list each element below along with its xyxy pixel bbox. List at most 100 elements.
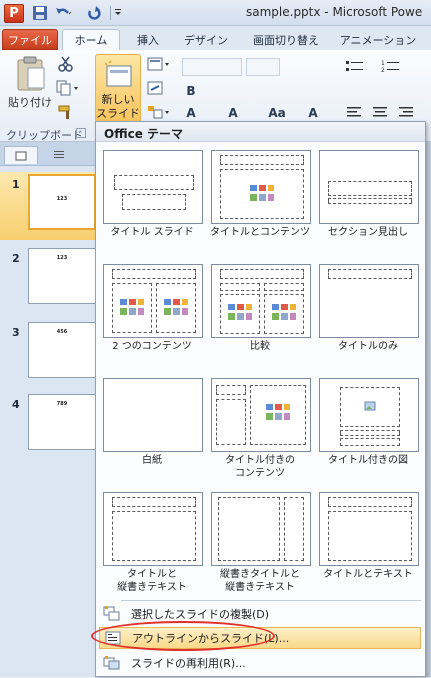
slide-number: 3 [12, 326, 20, 339]
gallery-header: Office テーマ [96, 122, 425, 142]
copy-icon[interactable] [56, 80, 80, 96]
duplicate-slides-menu-item[interactable]: 選択したスライドの複製(D) [99, 603, 421, 625]
undo-icon[interactable] [54, 4, 72, 22]
layout-title-and-content[interactable]: タイトルとコンテンツ [209, 148, 311, 258]
new-slide-icon [105, 61, 132, 87]
numbering-icon[interactable]: 12 [380, 58, 406, 76]
layout-title-and-text[interactable]: タイトルとテキスト [317, 490, 419, 600]
placeholder [284, 497, 304, 561]
placeholder [328, 511, 412, 561]
outline-tab-icon[interactable] [42, 146, 76, 164]
font-name-box[interactable] [182, 58, 242, 76]
slide-thumbnail[interactable]: 789 [28, 394, 96, 450]
scissors-icon[interactable] [58, 56, 74, 72]
layout-vertical-title-and-text[interactable]: 縦書きタイトルと 縦書きテキスト [209, 490, 311, 600]
placeholder [122, 194, 186, 210]
tab-animations[interactable]: アニメーション [338, 29, 418, 50]
layout-title-only[interactable]: タイトルのみ [317, 262, 419, 372]
bullets-icon[interactable] [344, 58, 370, 76]
slides-from-outline-menu-item[interactable]: アウトラインからスライド(L)... [99, 627, 421, 649]
change-case-icon[interactable]: Aa [268, 106, 285, 120]
placeholder [220, 269, 304, 279]
layout-thumbnail [211, 150, 311, 224]
placeholder [216, 385, 246, 395]
slides-tab-icon[interactable] [4, 146, 38, 164]
slide-thumbnail-row[interactable]: 4 789 [0, 392, 96, 460]
layout-label: 白紙 [142, 455, 162, 466]
reset-icon[interactable] [146, 80, 172, 98]
new-slide-label-2: スライド [96, 107, 140, 120]
layout-thumbnail [103, 264, 203, 338]
placeholder [216, 399, 246, 445]
layout-thumbnail [103, 378, 203, 452]
format-painter-icon[interactable] [58, 104, 74, 120]
content-insert-icon [272, 304, 296, 320]
font-shrink-icon[interactable]: A [226, 106, 240, 120]
redo-icon[interactable] [86, 4, 102, 22]
layout-thumbnail [103, 150, 203, 224]
slide-number: 2 [12, 252, 20, 265]
layout-label: タイトルと 縦書きテキスト [117, 569, 187, 593]
slides-from-outline-icon [105, 631, 121, 645]
layout-section-header[interactable]: セクション見出し [317, 148, 419, 258]
layout-label: 縦書きタイトルと 縦書きテキスト [220, 569, 300, 593]
layout-label: タイトルとコンテンツ [210, 227, 310, 238]
font-grow-icon[interactable]: A [184, 106, 198, 120]
gallery-menu: 選択したスライドの複製(D) アウトラインからスライド(L)... スライドの再… [97, 600, 426, 678]
placeholder [112, 269, 196, 279]
layout-picture-with-caption[interactable]: タイトル付きの図 [317, 376, 419, 486]
paste-button[interactable]: 貼り付け [6, 54, 54, 128]
tab-file[interactable]: ファイル [2, 29, 58, 50]
tab-home[interactable]: ホーム [62, 29, 120, 50]
slide-thumbnail[interactable]: 123 [28, 248, 96, 304]
reuse-slides-icon [103, 656, 120, 670]
font-size-box[interactable] [246, 58, 280, 76]
tab-insert[interactable]: 挿入 [128, 29, 168, 50]
slide-thumbnail[interactable]: 123 [28, 174, 96, 230]
tab-transitions[interactable]: 画面切り替え [244, 29, 328, 50]
dialog-launcher-icon[interactable] [76, 128, 86, 138]
new-slide-gallery: Office テーマ タイトル スライド タイトルとコンテンツ セクション見出し [95, 121, 426, 677]
placeholder [328, 198, 412, 204]
new-slide-button[interactable]: 新しい スライド [95, 54, 141, 128]
paste-label: 貼り付け [8, 96, 52, 109]
layout-thumbnail [319, 150, 419, 224]
customize-quick-access-icon[interactable] [114, 4, 122, 22]
content-insert-icon [266, 404, 290, 420]
layout-title-and-vertical-text[interactable]: タイトルと 縦書きテキスト [101, 490, 203, 600]
window-title: sample.pptx - Microsoft Powe [246, 5, 423, 19]
layout-thumbnail [211, 492, 311, 566]
bold-icon[interactable]: B [184, 84, 198, 98]
layout-label: タイトル付きの コンテンツ [225, 455, 295, 479]
slide-thumbnail-text: 123 [56, 196, 68, 202]
layout-comparison[interactable]: 比較 [209, 262, 311, 372]
slide-thumbnail-row[interactable]: 1 123 [0, 172, 96, 240]
clear-formatting-icon[interactable]: A [306, 106, 320, 120]
placeholder [340, 430, 400, 436]
layout-title-slide[interactable]: タイトル スライド [101, 148, 203, 258]
layout-blank[interactable]: 白紙 [101, 376, 203, 486]
content-insert-icon [250, 185, 274, 201]
placeholder [340, 438, 400, 446]
layout-label: タイトル付きの図 [328, 455, 408, 466]
content-insert-icon [120, 299, 144, 315]
tab-design[interactable]: デザイン [176, 29, 236, 50]
slide-thumbnail[interactable]: 456 [28, 322, 96, 378]
layout-label: 比較 [250, 341, 270, 352]
slide-thumbnail-row[interactable]: 3 456 [0, 320, 96, 388]
layout-label: セクション見出し [328, 227, 408, 238]
layout-thumbnail [103, 492, 203, 566]
placeholder [328, 269, 412, 279]
powerpoint-app-icon[interactable]: P [4, 4, 24, 23]
section-icon[interactable] [146, 104, 172, 122]
slide-number: 4 [12, 398, 20, 411]
layout-two-content[interactable]: 2 つのコンテンツ [101, 262, 203, 372]
reuse-slides-menu-item[interactable]: スライドの再利用(R)... [99, 652, 421, 674]
slide-thumbnail-row[interactable]: 2 123 [0, 246, 96, 314]
picture-icon [364, 401, 376, 411]
layout-label: タイトルのみ [338, 341, 398, 352]
layout-content-with-caption[interactable]: タイトル付きの コンテンツ [209, 376, 311, 486]
save-icon[interactable] [32, 4, 48, 22]
layout-icon[interactable] [146, 56, 172, 74]
slide-thumbnail-text: 789 [56, 401, 68, 407]
